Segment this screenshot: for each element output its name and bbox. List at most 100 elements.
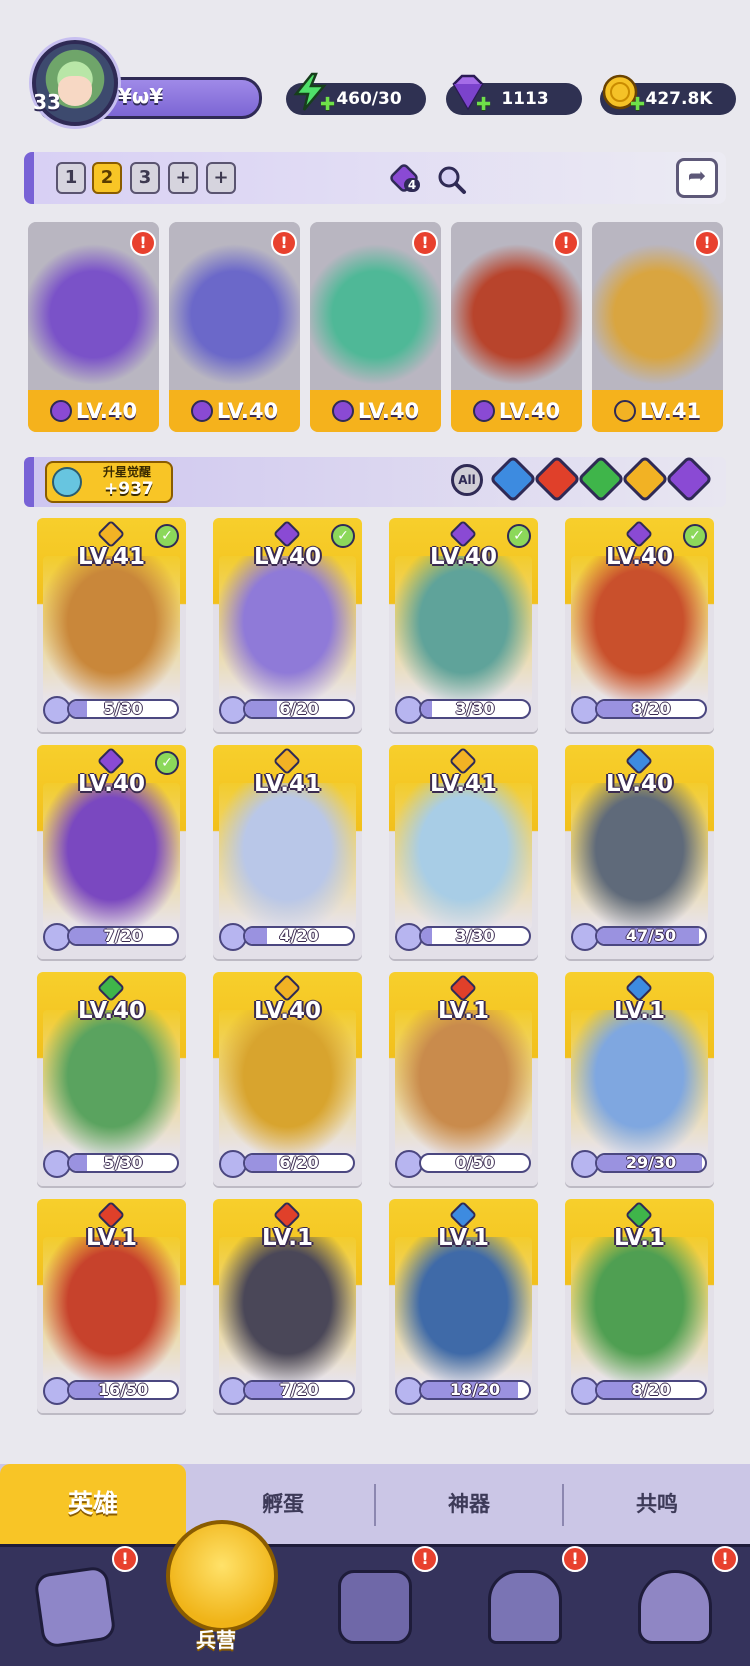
hero-card[interactable]: ✓ LV.40 7/20 <box>37 745 186 959</box>
team-slot-2[interactable]: 2 <box>92 162 122 194</box>
hero-card[interactable]: ✓ LV.40 6/20 <box>213 518 362 732</box>
cards-icon <box>33 1565 117 1649</box>
add-gold-icon[interactable]: ✚ <box>630 94 645 115</box>
dark-element-icon <box>472 400 495 422</box>
nav-map-alert: ! <box>412 1546 438 1572</box>
hero-portrait <box>43 1010 180 1156</box>
hero-level: LV.41 <box>77 544 146 570</box>
lineup-hero-level: LV.41 <box>592 390 723 432</box>
hero-card[interactable]: ✓ LV.41 5/30 <box>37 518 186 732</box>
lineup-hero-level: LV.40 <box>169 390 300 432</box>
hero-portrait <box>395 1010 532 1156</box>
team-slot-add-1[interactable]: + <box>168 162 198 194</box>
hero-level: LV.40 <box>605 544 674 570</box>
hero-card[interactable]: ✓ LV.40 8/20 <box>565 518 714 732</box>
lineup-hero-level: LV.40 <box>28 390 159 432</box>
share-button[interactable]: ➦ <box>676 158 718 198</box>
hero-level: LV.1 <box>261 1225 314 1251</box>
barracks-icon[interactable] <box>166 1520 278 1632</box>
hero-portrait <box>571 1237 708 1383</box>
tab-heroes[interactable]: 英雄 <box>0 1464 186 1544</box>
shard-count: 5/30 <box>103 699 143 718</box>
hero-portrait <box>571 556 708 702</box>
star-awaken-value: +937 <box>104 479 154 499</box>
shard-count: 6/20 <box>279 1153 319 1172</box>
shard-count: 3/30 <box>455 699 495 718</box>
mushroom-icon <box>638 1570 712 1644</box>
nav-mushroom-alert: ! <box>712 1546 738 1572</box>
lineup-alert-badge: ! <box>130 230 156 256</box>
hero-portrait <box>219 783 356 929</box>
player-level: 33 <box>33 90 61 114</box>
hero-card[interactable]: LV.40 47/50 <box>565 745 714 959</box>
hero-card[interactable]: LV.1 29/30 <box>565 972 714 1186</box>
hero-card[interactable]: LV.40 5/30 <box>37 972 186 1186</box>
map-book-icon <box>338 1570 412 1644</box>
hero-card[interactable]: LV.1 8/20 <box>565 1199 714 1413</box>
hero-level: LV.40 <box>253 998 322 1024</box>
hero-card[interactable]: ✓ LV.40 3/30 <box>389 518 538 732</box>
add-energy-icon[interactable]: ✚ <box>320 94 335 115</box>
hero-level: LV.40 <box>253 544 322 570</box>
hero-card[interactable]: LV.40 6/20 <box>213 972 362 1186</box>
hero-card[interactable]: LV.1 0/50 <box>389 972 538 1186</box>
magnifier-icon[interactable] <box>436 164 468 196</box>
hero-card[interactable]: LV.1 16/50 <box>37 1199 186 1413</box>
hero-level: LV.1 <box>613 1225 666 1251</box>
hero-level: LV.40 <box>77 771 146 797</box>
star-awaken-title: 升星觉醒 <box>103 465 152 479</box>
shard-count: 18/20 <box>449 1380 501 1399</box>
dark-element-icon <box>190 400 213 422</box>
hero-portrait <box>43 556 180 702</box>
hero-level: LV.41 <box>253 771 322 797</box>
hero-level: LV.1 <box>85 1225 138 1251</box>
shard-count: 7/20 <box>103 926 143 945</box>
lineup-alert-badge: ! <box>271 230 297 256</box>
share-icon: ➦ <box>687 164 707 189</box>
hero-card[interactable]: LV.1 18/20 <box>389 1199 538 1413</box>
tab-resonance[interactable]: 共鸣 <box>564 1464 750 1544</box>
key-icon <box>52 467 82 497</box>
lineup-level-text: LV.40 <box>75 399 138 423</box>
lineup-level-text: LV.40 <box>357 399 420 423</box>
nav-barracks-label: 兵营 <box>196 1628 236 1652</box>
light-element-icon <box>613 400 636 422</box>
hero-level: LV.40 <box>605 771 674 797</box>
team-slot-3[interactable]: 3 <box>130 162 160 194</box>
add-gem-icon[interactable]: ✚ <box>476 94 491 115</box>
hero-level: LV.41 <box>429 771 498 797</box>
shard-count: 47/50 <box>625 926 677 945</box>
hero-portrait <box>219 556 356 702</box>
filter-all-button[interactable]: All <box>451 464 483 496</box>
hero-level: LV.1 <box>613 998 666 1024</box>
team-slot-1[interactable]: 1 <box>56 162 86 194</box>
shard-count: 4/20 <box>279 926 319 945</box>
lineup-level-text: LV.40 <box>498 399 561 423</box>
shard-count: 16/50 <box>97 1380 149 1399</box>
hero-card[interactable]: LV.41 4/20 <box>213 745 362 959</box>
shard-count: 3/30 <box>455 926 495 945</box>
hero-portrait <box>43 783 180 929</box>
hero-portrait <box>219 1237 356 1383</box>
shard-count: 7/20 <box>279 1380 319 1399</box>
hero-portrait <box>395 1237 532 1383</box>
hero-portrait <box>219 1010 356 1156</box>
lineup-alert-badge: ! <box>694 230 720 256</box>
tab-artifacts[interactable]: 神器 <box>376 1464 562 1544</box>
player-name: ¥ω¥ <box>118 84 164 108</box>
nav-cards-alert: ! <box>112 1546 138 1572</box>
dark-element-icon <box>49 400 72 422</box>
team-buff-count: 4 <box>404 178 420 192</box>
hero-card[interactable]: LV.1 7/20 <box>213 1199 362 1413</box>
team-buff-icon[interactable] <box>386 160 424 198</box>
hero-level: LV.1 <box>437 1225 490 1251</box>
team-slot-add-2[interactable]: + <box>206 162 236 194</box>
hero-card[interactable]: LV.41 3/30 <box>389 745 538 959</box>
hero-level: LV.40 <box>429 544 498 570</box>
nav-shrine-alert: ! <box>562 1546 588 1572</box>
hero-portrait <box>395 783 532 929</box>
shard-count: 5/30 <box>103 1153 143 1172</box>
hero-level: LV.1 <box>437 998 490 1024</box>
shard-count: 8/20 <box>631 1380 671 1399</box>
lineup-level-text: LV.41 <box>639 399 702 423</box>
